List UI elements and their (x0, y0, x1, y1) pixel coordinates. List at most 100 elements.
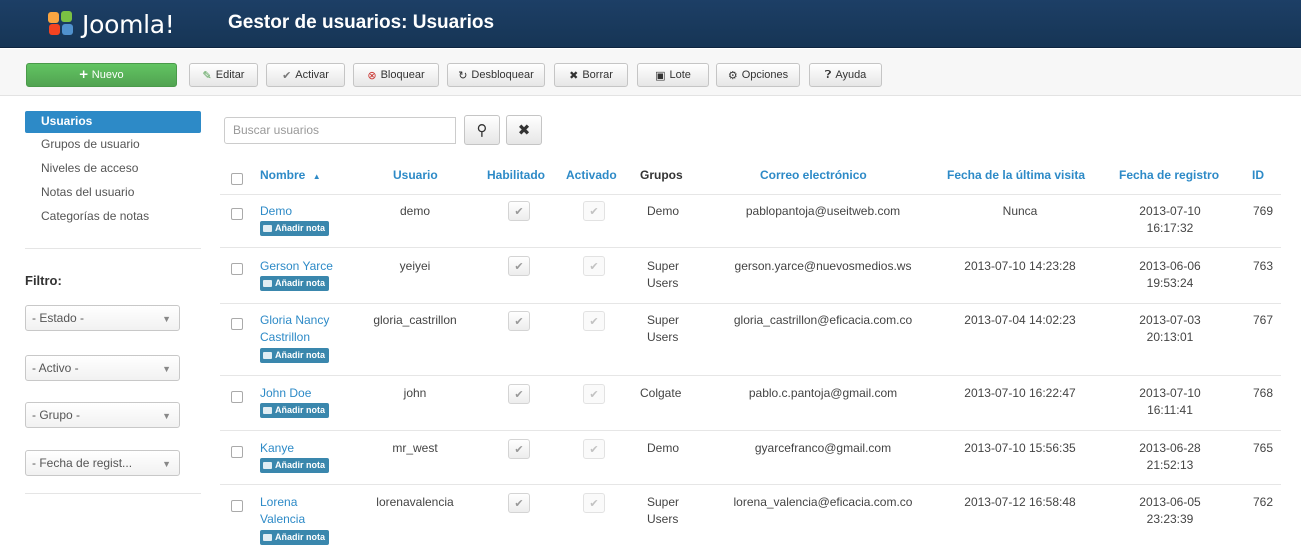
id-cell: 765 (1253, 441, 1274, 455)
batch-button-label: Lote (669, 69, 691, 81)
add-note-button[interactable]: Añadir nota (260, 221, 330, 236)
filter-group-select[interactable]: - Grupo - ▼ (25, 402, 180, 428)
id-cell: 762 (1253, 495, 1274, 509)
enabled-toggle[interactable]: ✔ (508, 439, 530, 459)
row-checkbox[interactable] (231, 208, 243, 220)
column-id-header[interactable]: ID (1252, 168, 1264, 182)
row-divider (220, 303, 1281, 304)
add-note-button[interactable]: Añadir nota (260, 403, 330, 418)
user-name-link[interactable]: Gloria Nancy Castrillon (260, 312, 350, 346)
block-button[interactable]: ⊗ Bloquear (353, 63, 439, 87)
add-note-button[interactable]: Añadir nota (260, 276, 330, 291)
column-register-date-header[interactable]: Fecha de registro (1119, 168, 1219, 182)
search-button[interactable]: ⚲ (464, 115, 500, 145)
filter-state-value: - Estado - (32, 311, 85, 325)
sidebar-item-user-groups[interactable]: Grupos de usuario (25, 133, 201, 157)
chevron-down-icon: ▼ (162, 411, 171, 421)
header-bar: Joomla! Gestor de usuarios: Usuarios (0, 0, 1301, 48)
activate-button-label: Activar (295, 69, 329, 81)
register-date-cell: 2013-07-10 16:11:41 (1120, 385, 1220, 419)
new-button[interactable]: ➕︎ Nuevo (26, 63, 177, 87)
user-name-link[interactable]: Lorena Valencia (260, 494, 320, 528)
help-button[interactable]: ❓︎ Ayuda (809, 63, 882, 87)
user-name-link[interactable]: Demo (260, 203, 292, 220)
plus-circle-icon: ➕︎ (79, 68, 88, 81)
column-enabled-header[interactable]: Habilitado (487, 168, 545, 182)
joomla-logo[interactable]: Joomla! (48, 9, 175, 39)
add-note-label: Añadir nota (275, 532, 326, 542)
row-checkbox[interactable] (231, 318, 243, 330)
activated-toggle[interactable]: ✔ (583, 439, 605, 459)
add-note-button[interactable]: Añadir nota (260, 530, 330, 545)
add-note-button[interactable]: Añadir nota (260, 458, 330, 473)
batch-button[interactable]: ▣ Lote (637, 63, 709, 87)
register-date-cell: 2013-06-05 23:23:39 (1120, 494, 1220, 528)
enabled-toggle[interactable]: ✔ (508, 201, 530, 221)
activated-toggle[interactable]: ✔ (583, 384, 605, 404)
sidebar-item-note-categories[interactable]: Categorías de notas (25, 205, 201, 229)
row-checkbox[interactable] (231, 500, 243, 512)
edit-button-label: Editar (215, 69, 245, 81)
register-date-cell: 2013-06-28 21:52:13 (1120, 440, 1220, 474)
activate-button[interactable]: ✔ Activar (266, 63, 345, 87)
column-user-header[interactable]: Usuario (393, 168, 438, 182)
row-divider (220, 247, 1281, 248)
row-divider (220, 484, 1281, 485)
sidebar-item-users[interactable]: Usuarios (25, 111, 201, 133)
last-visit-cell: 2013-07-10 14:23:28 (964, 259, 1076, 273)
username-cell: lorenavalencia (376, 495, 454, 509)
user-name-link[interactable]: John Doe (260, 385, 311, 402)
column-name-header[interactable]: Nombre ▲ (260, 168, 321, 182)
filter-active-select[interactable]: - Activo - ▼ (25, 355, 180, 381)
register-time: 21:52:13 (1146, 458, 1194, 472)
check-icon: ✔ (589, 388, 599, 401)
help-button-label: Ayuda (835, 69, 867, 81)
register-date: 2013-07-10 (1139, 204, 1201, 218)
activated-toggle[interactable]: ✔ (583, 256, 605, 276)
clear-search-button[interactable]: ✖ (506, 115, 542, 145)
sidebar-item-access-levels[interactable]: Niveles de acceso (25, 157, 201, 181)
enabled-toggle[interactable]: ✔ (508, 384, 530, 404)
activated-toggle[interactable]: ✔ (583, 311, 605, 331)
add-note-button[interactable]: Añadir nota (260, 348, 330, 363)
last-visit-cell: 2013-07-10 15:56:35 (964, 441, 1076, 455)
search-input[interactable]: Buscar usuarios (224, 117, 456, 144)
column-email-header[interactable]: Correo electrónico (760, 168, 867, 182)
column-activated-header[interactable]: Activado (566, 168, 617, 182)
block-button-label: Bloquear (380, 69, 425, 81)
activated-toggle[interactable]: ✔ (583, 201, 605, 221)
delete-button[interactable]: ✖ Borrar (554, 63, 628, 87)
joomla-logo-icon (48, 11, 78, 37)
note-icon (263, 280, 272, 287)
enabled-toggle[interactable]: ✔ (508, 256, 530, 276)
filter-register-date-select[interactable]: - Fecha de regist... ▼ (25, 450, 180, 476)
row-checkbox[interactable] (231, 391, 243, 403)
username-cell: demo (399, 204, 431, 218)
column-last-visit-header[interactable]: Fecha de la última visita (947, 168, 1085, 182)
select-all-checkbox[interactable] (231, 173, 243, 185)
enabled-toggle[interactable]: ✔ (508, 311, 530, 331)
register-time: 23:23:39 (1146, 512, 1194, 526)
note-icon (263, 534, 272, 541)
username-cell: john (403, 386, 427, 400)
user-name-link[interactable]: Kanye (260, 440, 294, 457)
check-icon: ✔ (282, 69, 292, 82)
add-note-label: Añadir nota (275, 460, 326, 470)
sidebar-item-user-notes[interactable]: Notas del usuario (25, 181, 201, 205)
row-checkbox[interactable] (231, 263, 243, 275)
user-name-link[interactable]: Gerson Yarce (260, 258, 333, 275)
activated-toggle[interactable]: ✔ (583, 493, 605, 513)
unblock-button[interactable]: ↻ Desbloquear (447, 63, 545, 87)
filter-state-select[interactable]: - Estado - ▼ (25, 305, 180, 331)
row-checkbox[interactable] (231, 446, 243, 458)
delete-button-label: Borrar (582, 69, 613, 81)
enabled-toggle[interactable]: ✔ (508, 493, 530, 513)
groups-cell: Super Users (647, 495, 680, 526)
chevron-down-icon: ▼ (162, 314, 171, 324)
check-icon: ✔ (589, 205, 599, 218)
groups-cell: Super Users (647, 259, 680, 290)
options-button[interactable]: ⚙ Opciones (716, 63, 800, 87)
check-icon: ✔ (589, 315, 599, 328)
add-note-label: Añadir nota (275, 223, 326, 233)
edit-button[interactable]: ✎ Editar (189, 63, 258, 87)
